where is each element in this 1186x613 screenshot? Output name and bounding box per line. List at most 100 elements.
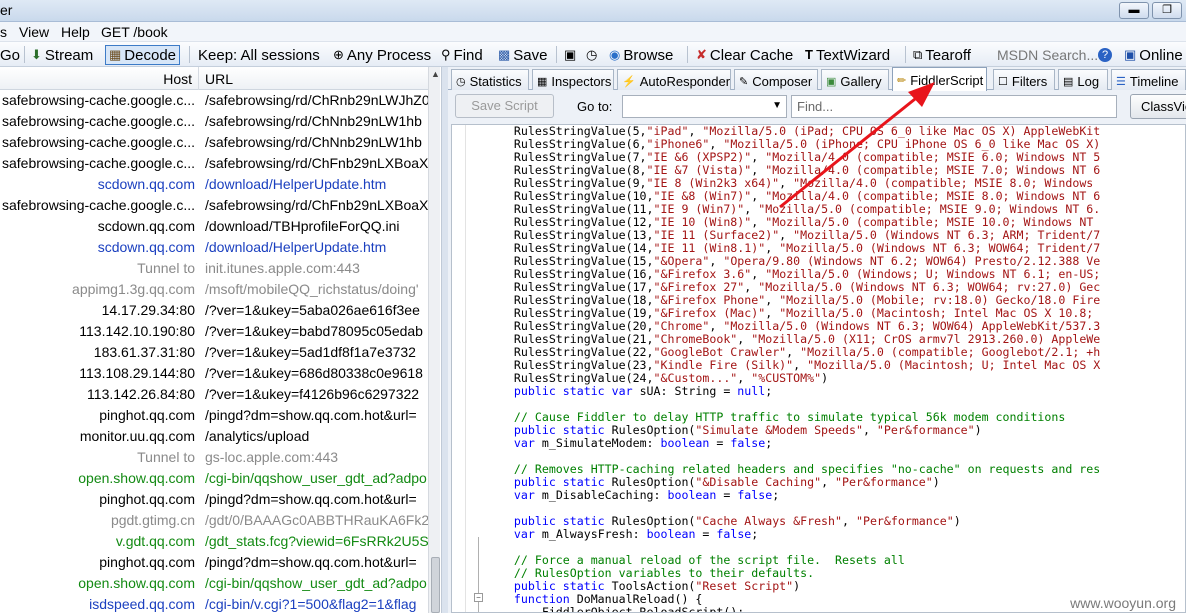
table-row[interactable]: Tunnel to init.itunes.apple.com:443 [0,258,428,279]
session-url: /cgi-bin/v.cgi?1=500&flag2=1&flag [205,596,417,612]
code-token: ToolsAction( [604,579,696,593]
table-row[interactable]: pgdt.gtimg.cn/gdt/0/BAAAGc0ABBTHRauKA6Fk… [0,510,428,531]
table-row[interactable]: scdown.qq.com/download/TBHprofileForQQ.i… [0,216,428,237]
code-token: "Mozilla/4.0 (compatible; MSIE 8.0; Wind… [793,176,1094,190]
scroll-up-arrow-icon[interactable]: ▲ [431,69,440,79]
online-button[interactable]: ▣ Online [1124,45,1183,65]
code-token: function [486,592,570,606]
globe-icon: ◉ [609,47,621,62]
find-button[interactable]: ⚲ Find [441,45,483,65]
table-row[interactable]: pinghot.qq.com/pingd?dm=show.qq.com.hot&… [0,489,428,510]
table-row[interactable]: 113.142.26.84:80 /?ver=1&ukey=f4126b96c62… [0,384,428,405]
find-input[interactable]: Find... [791,95,1117,118]
table-row[interactable]: appimg1.3g.qq.com/msoft/mobileQQ_richsta… [0,279,428,300]
keep-sessions-dropdown[interactable]: Keep: All sessions [198,45,320,65]
help-button[interactable]: ? [1098,45,1112,65]
stream-button[interactable]: ⬇ Stream [31,45,93,65]
save-button[interactable]: ▩ Save [498,45,548,65]
session-host: isdspeed.qq.com [89,596,195,612]
tab-gallery[interactable]: ▣ Gallery [821,69,889,90]
table-row[interactable]: 14.17.29.34:80 /?ver=1&ukey=5aba026ae616f… [0,300,428,321]
screenshot-button[interactable]: ▣ [564,45,576,65]
pane-splitter[interactable] [441,67,448,613]
clear-cache-button[interactable]: ✘ Clear Cache [696,45,793,65]
code-token: "&Firefox 27" [653,280,745,294]
textwizard-button[interactable]: T TextWizard [805,45,890,65]
table-row[interactable]: safebrowsing-cache.google.c... /safebrows… [0,111,428,132]
tab-fiddlerscript[interactable]: ✏ FiddlerScript [892,67,987,91]
table-row[interactable]: 113.142.10.190:80 /?ver=1&ukey=babd78095c… [0,321,428,342]
image-icon: ▣ [826,75,837,88]
table-row[interactable]: scdown.qq.com/download/HelperUpdate.htm [0,174,428,195]
save-script-button[interactable]: Save Script [455,94,554,118]
code-token: "iPad" [646,124,689,138]
table-row[interactable]: pinghot.qq.com/pingd?dm=show.qq.com.hot&… [0,552,428,573]
column-header-host[interactable]: Host [163,71,192,87]
msdn-search-input[interactable]: MSDN Search... [997,45,1098,65]
column-divider[interactable] [198,67,199,90]
scrollbar-thumb[interactable] [431,557,440,613]
table-row[interactable]: 183.61.37.31:80 /?ver=1&ukey=5ad1df8f1a7e… [0,342,428,363]
menu-item-rules[interactable]: s [0,24,7,40]
tab-timeline[interactable]: ☰ Timeline [1111,69,1186,90]
table-row[interactable]: Tunnel to gs-loc.apple.com:443 [0,447,428,468]
tab-filters[interactable]: ☐ Filters [993,69,1055,90]
session-host: 183.61.37.31:80 [93,344,195,360]
code-token: RulesStringValue(16, [486,267,654,281]
tab-inspectors[interactable]: ▦ Inspectors [532,69,614,90]
minimize-button[interactable]: ▬ [1119,2,1149,19]
script-editor[interactable]: − RulesStringValue(5,"iPad", "Mozilla/5.… [451,124,1186,613]
session-url: /?ver=1&ukey=f4126b96c6297322 [205,386,420,402]
table-row[interactable]: scdown.qq.com/download/HelperUpdate.htm [0,237,428,258]
table-row[interactable]: 113.108.29.144:80 /?ver=1&ukey=686d80338c… [0,363,428,384]
table-row[interactable]: v.gdt.qq.com/gdt_stats.fcg?viewid=6FsRRk… [0,531,428,552]
code-token: false [737,488,773,502]
chevron-down-icon[interactable]: ▼ [772,100,782,111]
table-row[interactable]: isdspeed.qq.com/cgi-bin/v.cgi?1=500&flag… [0,594,428,613]
log-icon: ▤ [1063,75,1074,88]
code-token: RulesStringValue(13, [486,228,654,242]
tearoff-button[interactable]: ⧉ Tearoff [913,45,971,65]
code-token: "Per&formance" [855,514,954,528]
session-list-header: Host URL [0,67,428,90]
code-token: "Mozilla/5.0 (compatible; MSIE 10.0; Win… [765,215,1094,229]
code-token: "IE &8 (Win7)" [653,189,752,203]
restore-button[interactable]: ❐ [1152,2,1182,19]
session-host: v.gdt.qq.com [115,533,195,549]
textwizard-label: TextWizard [815,46,891,64]
table-row[interactable]: open.show.qq.com/cgi-bin/qqshow_user_gdt… [0,573,428,594]
goto-dropdown[interactable]: ▼ [622,95,787,118]
any-process-button[interactable]: ⊕ Any Process [333,45,431,65]
session-url: /pingd?dm=show.qq.com.hot&url= [205,491,417,507]
column-header-url[interactable]: URL [205,71,233,87]
code-token: RulesStringValue(5, [486,124,647,138]
table-row[interactable]: open.show.qq.com/cgi-bin/qqshow_user_gdt… [0,468,428,489]
tab-composer[interactable]: ✎ Composer [734,69,818,90]
code-token: ) [974,423,982,437]
table-row[interactable]: safebrowsing-cache.google.c... /safebrows… [0,153,428,174]
code-token: "&Disable Caching" [695,475,822,489]
menu-item-help[interactable]: Help [61,24,90,40]
session-list-scrollbar[interactable]: ▲ [428,67,440,613]
menu-item-get-book[interactable]: GET /book [101,24,168,40]
timer-button[interactable]: ◷ [586,45,597,65]
table-row[interactable]: monitor.uu.qq.com/analytics/upload [0,426,428,447]
fold-collapse-icon[interactable]: − [474,593,483,602]
decode-button[interactable]: ▦ Decode [105,45,180,65]
tab-autoresponder[interactable]: ⚡ AutoResponder [617,69,731,90]
table-row[interactable]: safebrowsing-cache.google.c... /safebrows… [0,132,428,153]
code-token: "Per&formance" [835,475,933,489]
tab-log[interactable]: ▤ Log [1058,69,1108,90]
table-row[interactable]: safebrowsing-cache.google.c... /safebrows… [0,195,428,216]
classview-button[interactable]: ClassView [1130,94,1186,119]
go-button[interactable]: Go [0,45,20,65]
table-row[interactable]: pinghot.qq.com/pingd?dm=show.qq.com.hot&… [0,405,428,426]
tab-statistics[interactable]: ◷ Statistics [451,69,529,90]
table-row[interactable]: safebrowsing-cache.google.c... /safebrows… [0,90,428,111]
browse-button[interactable]: ◉ Browse [609,45,673,65]
menu-item-view[interactable]: View [19,24,49,40]
code-area[interactable]: RulesStringValue(5,"iPad", "Mozilla/5.0 … [486,124,1185,612]
code-token: sUA: String = [632,384,738,398]
code-token: "IE 8 (Win2k3 x64)" [646,176,780,190]
code-token: , [751,150,766,164]
